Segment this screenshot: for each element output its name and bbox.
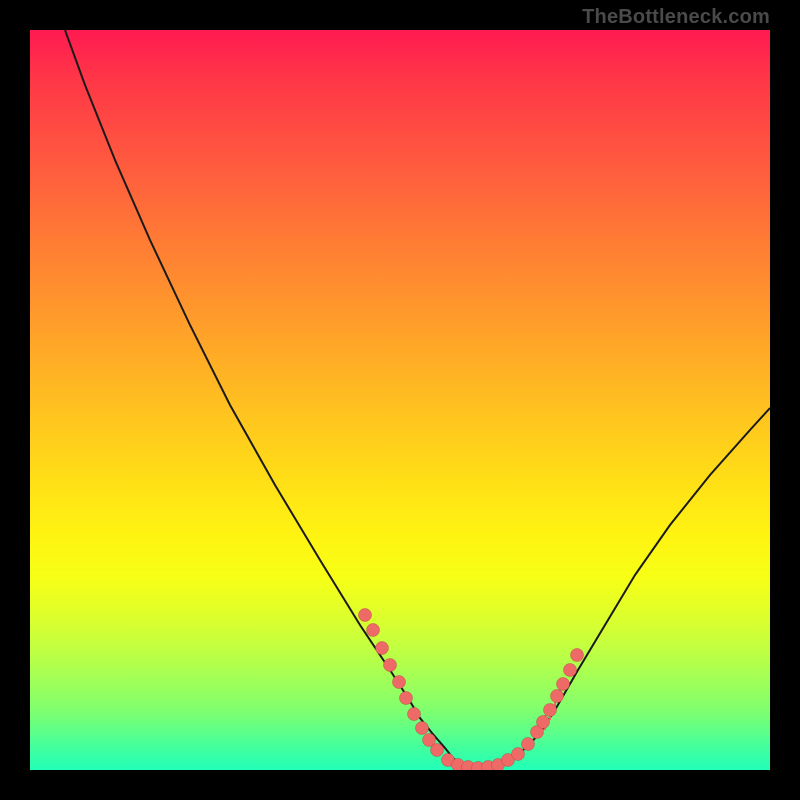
marker-dot: [367, 624, 380, 637]
marker-dot: [522, 738, 535, 751]
marker-dot: [359, 609, 372, 622]
watermark-text: TheBottleneck.com: [582, 6, 770, 29]
marker-dot: [537, 716, 550, 729]
marker-dot: [376, 642, 389, 655]
marker-layer: [30, 30, 770, 770]
chart-frame: TheBottleneck.com: [0, 0, 800, 800]
marker-dot: [564, 664, 577, 677]
marker-dot: [384, 659, 397, 672]
marker-dot: [416, 722, 429, 735]
marker-dot: [408, 708, 421, 721]
plot-area: [30, 30, 770, 770]
marker-dot: [431, 744, 444, 757]
marker-dot: [551, 690, 564, 703]
marker-dot: [544, 704, 557, 717]
marker-dot: [557, 678, 570, 691]
marker-dot: [400, 692, 413, 705]
marker-dot: [571, 649, 584, 662]
marker-dot: [393, 676, 406, 689]
dot-group: [359, 609, 584, 771]
marker-dot: [512, 748, 525, 761]
